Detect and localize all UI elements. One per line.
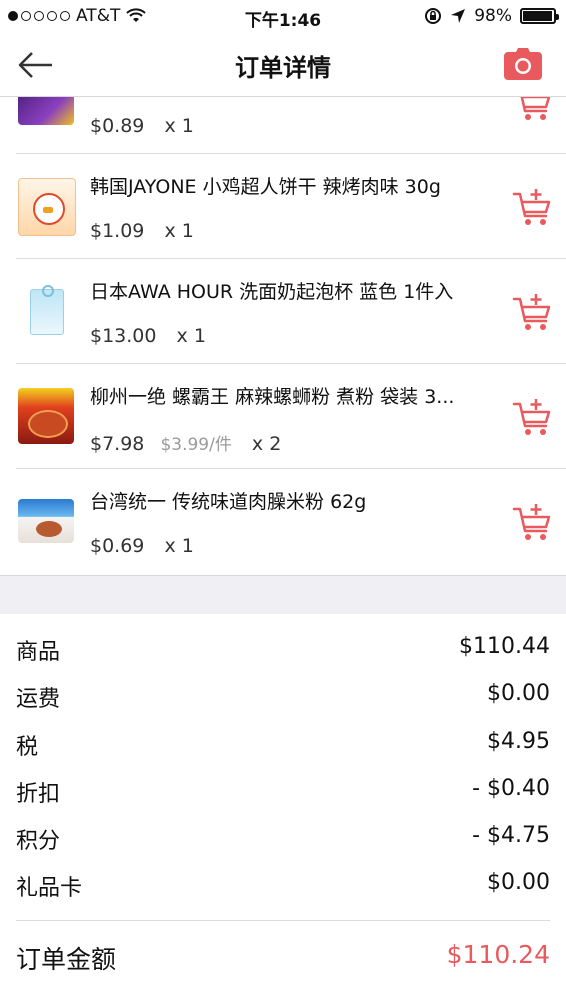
list-item[interactable]: $0.89 x 1 bbox=[0, 97, 566, 154]
section-spacer bbox=[0, 575, 566, 614]
battery-icon bbox=[520, 8, 559, 24]
summary-label: 商品 bbox=[16, 640, 61, 665]
add-to-cart-icon[interactable] bbox=[512, 97, 552, 123]
price-line: $13.00 x 1 bbox=[90, 325, 206, 347]
camera-icon[interactable] bbox=[504, 48, 542, 80]
list-item[interactable]: 柳州一绝 螺霸王 麻辣螺蛳粉 煮粉 袋装 3... $7.98 $3.99/件 … bbox=[0, 364, 566, 469]
product-name: 台湾统一 传统味道肉臊米粉 62g bbox=[90, 491, 367, 513]
total-label: 订单金额 bbox=[16, 945, 117, 974]
location-icon bbox=[451, 9, 466, 23]
add-to-cart-icon[interactable] bbox=[512, 398, 552, 438]
list-item[interactable]: 台湾统一 传统味道肉臊米粉 62g $0.69 x 1 bbox=[0, 469, 566, 574]
product-image bbox=[18, 97, 74, 125]
price-line: $0.69 x 1 bbox=[90, 535, 194, 557]
summary-row-shipping: 运费 $0.00 bbox=[16, 681, 550, 713]
product-image bbox=[18, 178, 76, 236]
product-name: 韩国JAYONE 小鸡超人饼干 辣烤肉味 30g bbox=[90, 176, 441, 198]
product-quantity: x 1 bbox=[164, 535, 194, 557]
page-title: 订单详情 bbox=[235, 54, 331, 82]
price-line: $1.09 x 1 bbox=[90, 220, 194, 242]
nav-bar: 订单详情 bbox=[0, 34, 566, 97]
product-quantity: x 1 bbox=[176, 325, 206, 347]
summary-row-points: 积分 - $4.75 bbox=[16, 823, 550, 855]
product-price: $13.00 bbox=[90, 325, 157, 347]
summary-label: 礼品卡 bbox=[16, 876, 83, 901]
summary-value: $0.00 bbox=[487, 681, 550, 706]
summary-row-discount: 折扣 - $0.40 bbox=[16, 776, 550, 808]
add-to-cart-icon[interactable] bbox=[512, 293, 552, 333]
order-item-list: $0.89 x 1 韩国JAYONE 小鸡超人饼干 辣烤肉味 30g $1.09… bbox=[0, 97, 566, 575]
summary-row-gift-card: 礼品卡 $0.00 bbox=[16, 870, 550, 902]
product-quantity: x 2 bbox=[251, 433, 282, 455]
list-item[interactable]: 韩国JAYONE 小鸡超人饼干 辣烤肉味 30g $1.09 x 1 bbox=[0, 154, 566, 259]
product-name: 日本AWA HOUR 洗面奶起泡杯 蓝色 1件入 bbox=[90, 281, 454, 303]
summary-value: $0.00 bbox=[487, 870, 550, 895]
product-image bbox=[18, 283, 74, 339]
product-price: $0.89 bbox=[90, 115, 145, 137]
status-right: 98% bbox=[424, 6, 559, 26]
order-summary: 商品 $110.44 运费 $0.00 税 $4.95 折扣 - $0.40 积… bbox=[0, 614, 566, 1006]
summary-label: 积分 bbox=[16, 829, 61, 854]
product-price: $1.09 bbox=[90, 220, 145, 242]
summary-row-subtotal: 商品 $110.44 bbox=[16, 634, 550, 666]
product-quantity: x 1 bbox=[164, 115, 194, 137]
list-item[interactable]: 日本AWA HOUR 洗面奶起泡杯 蓝色 1件入 $13.00 x 1 bbox=[0, 259, 566, 364]
product-price: $0.69 bbox=[90, 535, 145, 557]
summary-row-tax: 税 $4.95 bbox=[16, 729, 550, 761]
add-to-cart-icon[interactable] bbox=[512, 188, 552, 228]
summary-value: - $0.40 bbox=[472, 776, 550, 801]
product-name: 柳州一绝 螺霸王 麻辣螺蛳粉 煮粉 袋装 3... bbox=[90, 386, 455, 408]
total-value: $110.24 bbox=[446, 940, 550, 969]
product-image bbox=[18, 388, 74, 444]
summary-divider bbox=[16, 920, 550, 921]
rotation-lock-icon bbox=[425, 8, 442, 24]
summary-label: 税 bbox=[16, 735, 39, 760]
summary-value: - $4.75 bbox=[472, 823, 550, 848]
status-bar: AT&T 下午1:46 98% bbox=[0, 0, 566, 34]
unit-price: $3.99/件 bbox=[160, 435, 232, 455]
price-line: $7.98 $3.99/件 x 2 bbox=[90, 430, 281, 455]
product-price: $7.98 bbox=[90, 433, 145, 455]
summary-label: 折扣 bbox=[16, 782, 61, 807]
order-total: 订单金额 $110.24 bbox=[16, 940, 550, 980]
summary-value: $110.44 bbox=[459, 634, 550, 659]
summary-value: $4.95 bbox=[487, 729, 550, 754]
price-line: $0.89 x 1 bbox=[90, 115, 194, 137]
battery-percent: 98% bbox=[474, 6, 512, 26]
product-image bbox=[18, 499, 74, 543]
product-quantity: x 1 bbox=[164, 220, 194, 242]
add-to-cart-icon[interactable] bbox=[512, 503, 552, 543]
summary-label: 运费 bbox=[16, 687, 61, 712]
